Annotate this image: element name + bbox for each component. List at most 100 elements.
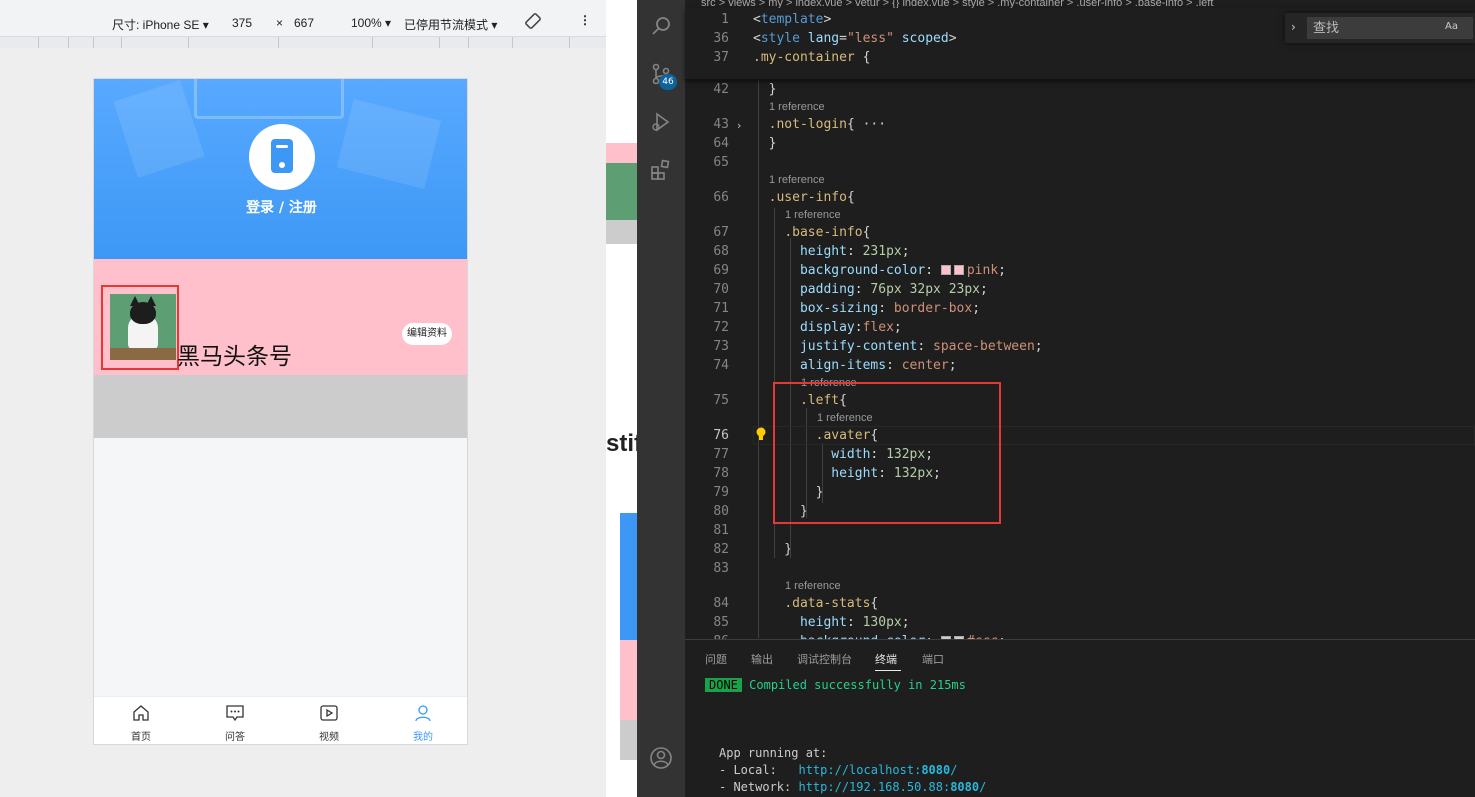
activity-bar: 46 [637,0,685,797]
tab-video[interactable]: 视频 [282,697,376,744]
code-line[interactable]: 70 padding: 76px 32px 23px; [685,280,1475,299]
indent-guide [758,68,759,638]
code-line[interactable]: 64 } [685,134,1475,153]
height-input[interactable]: 667 [294,16,314,30]
code-line[interactable]: 68 height: 231px; [685,242,1475,261]
match-case-toggle[interactable]: Aa [1445,21,1458,32]
code-line[interactable]: 67 .base-info{ [685,223,1475,242]
code-text: .data-stats{ [784,596,879,611]
throttle-select[interactable]: 已停用节流模式 ▾ [404,16,497,33]
bg-blue [620,513,637,640]
terminal-compiled-line: DONE Compiled successfully in 215ms [705,677,966,694]
code-line[interactable]: 73 justify-content: space-between; [685,337,1475,356]
code-text: display:flex; [799,320,902,335]
code-text: .user-info{ [768,190,855,205]
tab-home[interactable]: 首页 [94,697,188,744]
news-decoration [194,79,344,119]
tab-ports[interactable]: 端口 [922,651,944,667]
code-line[interactable]: 65 [685,153,1475,172]
extensions-icon[interactable] [649,158,673,182]
bg-grey [620,720,637,760]
code-line[interactable]: 71 box-sizing: border-box; [685,299,1475,318]
code-line[interactable]: 86 background-color: #ccc; [685,632,1475,639]
local-url-slash: / [950,763,958,777]
network-url-line: - Network: http://192.168.50.88:8080/ [719,779,986,796]
edit-profile-button[interactable]: 编辑资料 [402,323,452,345]
search-icon[interactable] [649,14,673,38]
tab-qa[interactable]: 问答 [188,697,282,744]
line-number: 77 [713,447,729,462]
width-input[interactable]: 375 [232,16,252,30]
find-widget: › 查找 Aa [1285,13,1475,43]
chevron-right-icon[interactable]: › [1291,20,1296,34]
line-number: 70 [713,282,729,297]
login-register-text[interactable]: 登录 / 注册 [94,197,467,217]
background-window: stif [606,0,642,797]
phone-icon [271,139,293,173]
code-text: <style lang="less" scoped> [753,31,957,46]
lightbulb-icon[interactable] [756,427,766,441]
code-text: background-color: #ccc; [753,632,1006,639]
times-sign: × [276,16,284,30]
account-icon[interactable] [649,746,673,770]
tab-terminal[interactable]: 终端 [875,651,897,667]
code-lens-reference[interactable]: 1 reference [769,99,825,115]
breadcrumb[interactable]: src > views > my > index.vue > vetur > {… [685,0,1475,8]
avatar-annotation-box [101,285,179,370]
device-size-select[interactable]: 尺寸: iPhone SE ▾ [112,16,209,33]
more-menu-icon[interactable]: ⋮ [579,13,591,27]
code-lens-reference[interactable]: 1 reference [785,578,841,594]
code-line[interactable]: 83 [685,559,1475,578]
code-line[interactable]: 42 } [685,80,1475,99]
bg-grey [606,220,637,244]
not-login-header[interactable]: 登录 / 注册 [94,79,467,259]
tab-mine-label: 我的 [413,732,433,743]
line-number: 82 [713,542,729,557]
fold-chevron-icon[interactable]: › [737,119,747,132]
local-url-link[interactable]: http://localhost:8080/ [798,763,957,777]
local-url-prefix: http://localhost: [798,763,922,777]
active-tab-underline [875,670,901,671]
tab-output[interactable]: 输出 [751,651,773,667]
line-number: 75 [713,393,729,408]
base-info: 黑马头条号 编辑资料 [94,259,467,375]
line-number: 71 [713,301,729,316]
compiled-message: Compiled successfully in 215ms [749,678,966,692]
tab-problems[interactable]: 问题 [705,651,727,667]
code-line[interactable]: 82 } [685,540,1475,559]
code-text: height: 231px; [799,244,910,259]
code-line[interactable]: 85 height: 130px; [685,613,1475,632]
sticky-line[interactable]: 37 .my-container { [685,48,1475,67]
code-lens-reference[interactable]: 1 reference [769,172,825,188]
zoom-select[interactable]: 100% ▾ [351,16,391,30]
code-text: box-sizing: border-box; [799,301,981,316]
rotate-icon[interactable] [524,12,542,33]
line-number: 66 [713,190,729,205]
code-line[interactable]: 84 .data-stats{ [685,594,1475,613]
vscode-window: 46 src > views > my > index.vue > vetur … [637,0,1475,797]
code-text: } [753,82,777,97]
line-number: 78 [713,466,729,481]
network-url-link[interactable]: http://192.168.50.88:8080/ [798,780,986,794]
code-line[interactable]: 74 align-items: center; [685,356,1475,375]
bg-avatar [606,163,637,220]
run-debug-icon[interactable] [649,110,673,134]
code-line[interactable]: 72 display:flex; [685,318,1475,337]
line-number: 65 [713,155,729,170]
code-editor[interactable]: 38 .header {42 }43 .not-login{ ···64 }65… [685,8,1475,639]
news-decoration [113,80,205,178]
tab-debug-console[interactable]: 调试控制台 [797,651,852,667]
code-line[interactable]: 43 .not-login{ ··· [685,115,1475,134]
mobile-login-icon[interactable] [249,124,315,190]
line-number: 72 [713,320,729,335]
network-url-port: 8080 [950,780,980,794]
code-lens-reference[interactable]: 1 reference [785,207,841,223]
tab-mine[interactable]: 我的 [376,697,467,744]
code-line[interactable]: 66 .user-info{ [685,188,1475,207]
tab-bar: 首页 问答 视频 我的 [94,696,467,744]
media-query-ruler [0,36,606,49]
line-number: 76 [713,428,729,443]
code-line[interactable]: 69 background-color: pink; [685,261,1475,280]
code-text: justify-content: space-between; [799,339,1043,354]
nickname: 黑马头条号 [177,344,292,370]
